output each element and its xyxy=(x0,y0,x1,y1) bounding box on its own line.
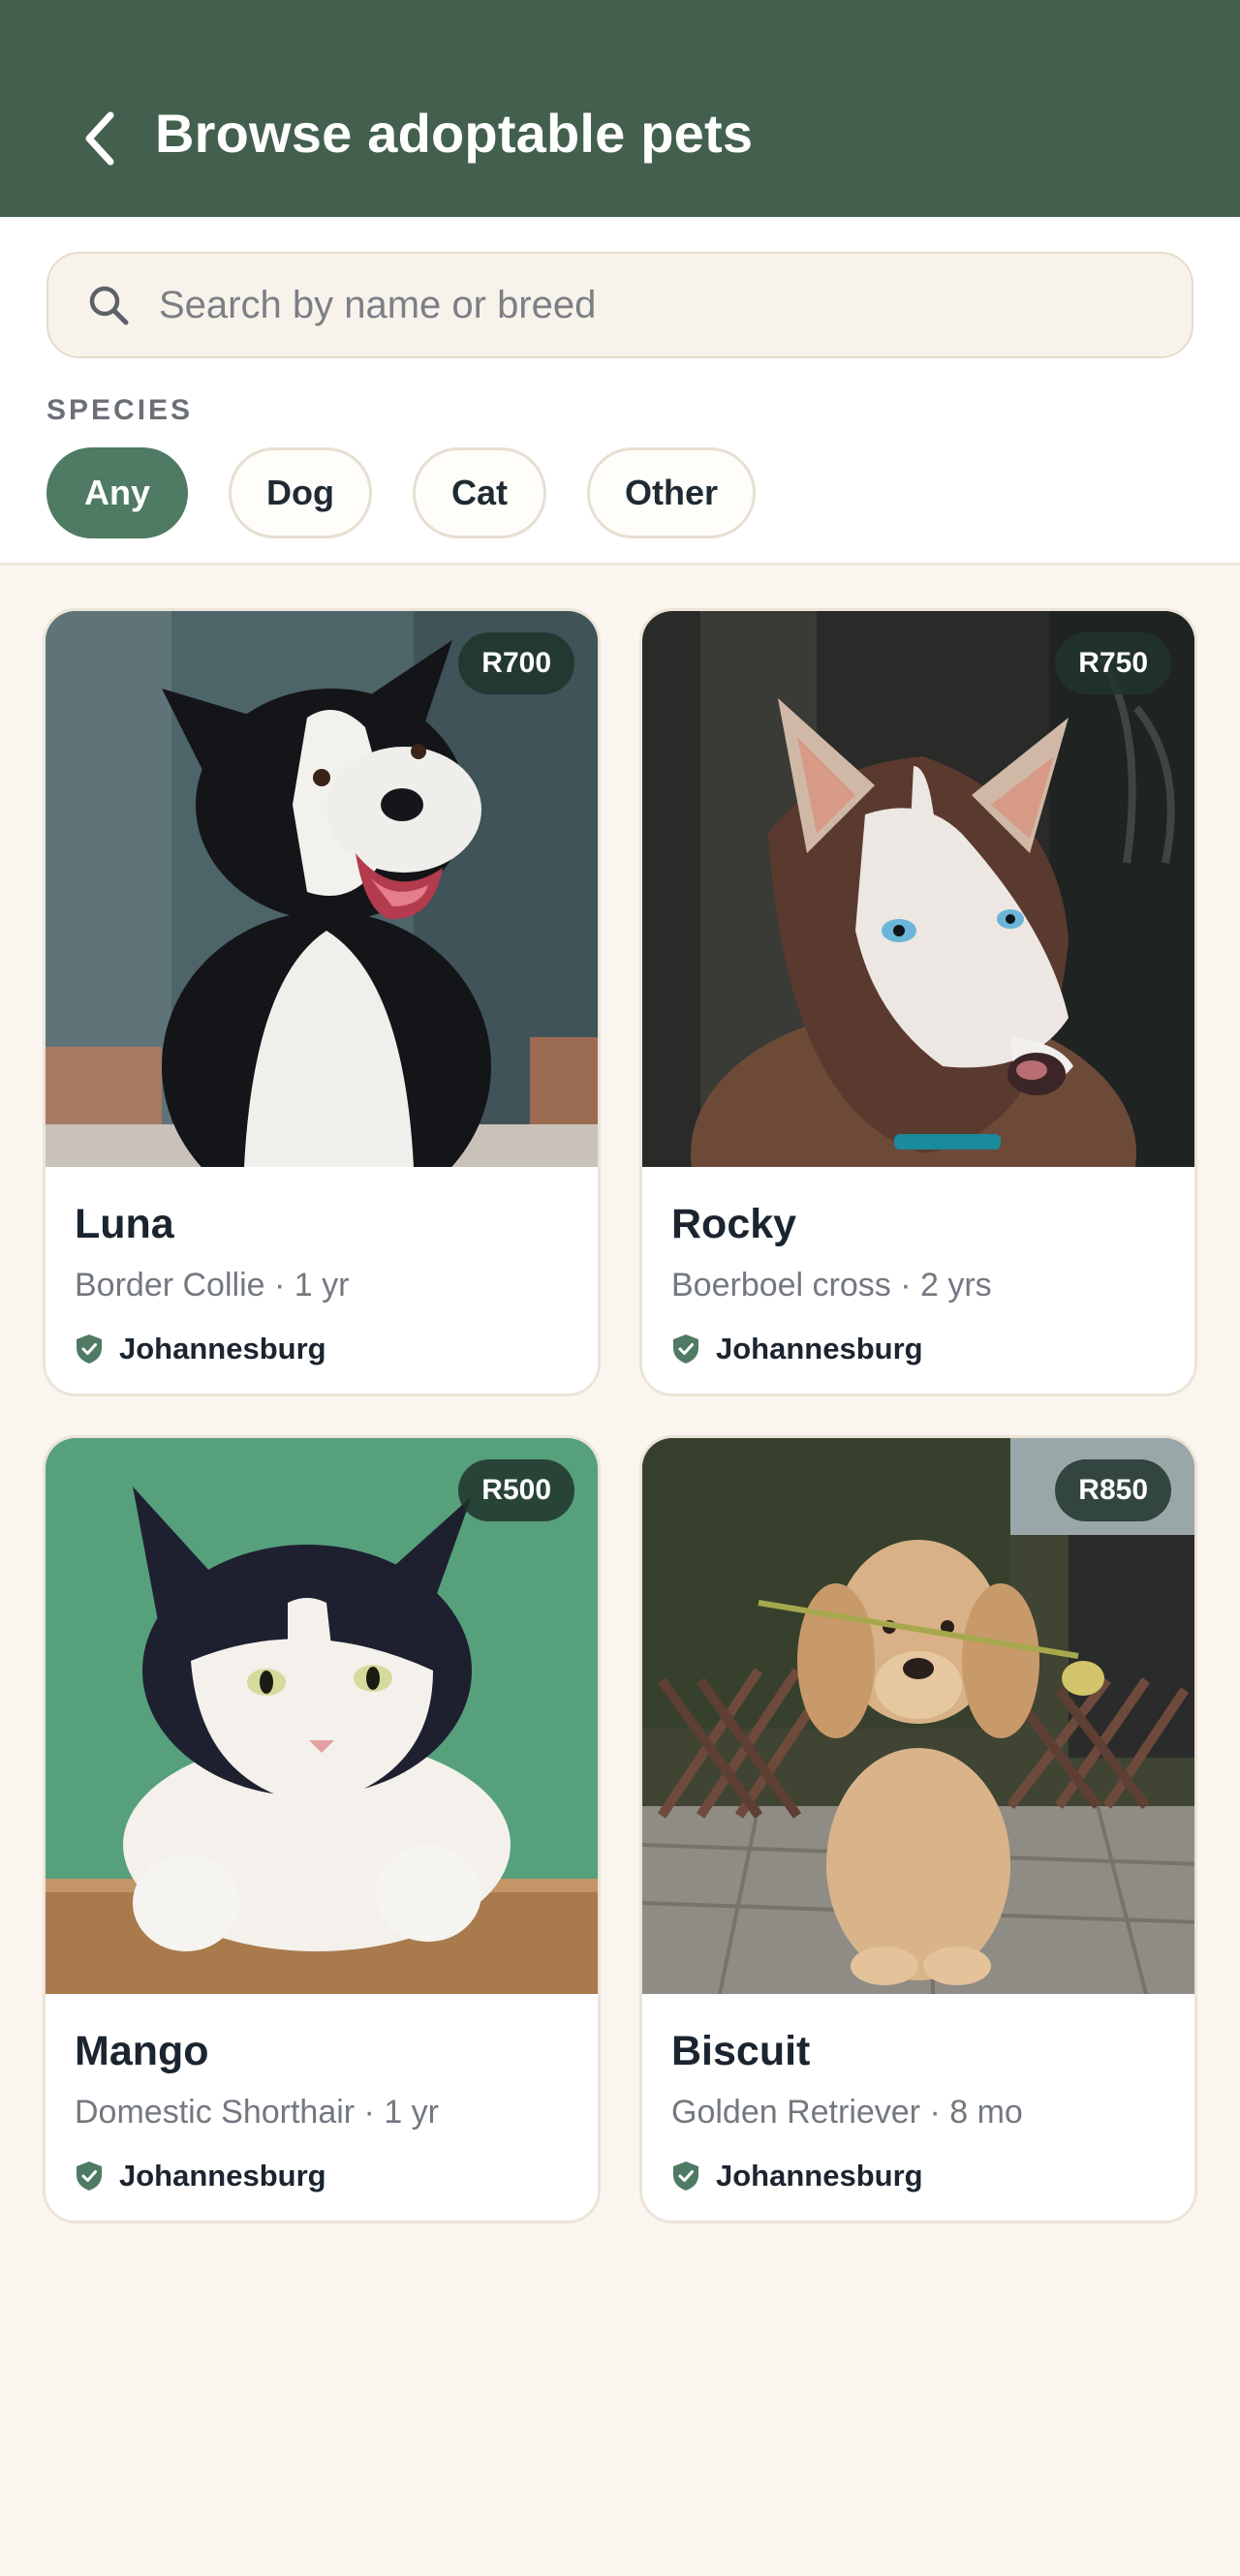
price-badge: R850 xyxy=(1055,1459,1171,1521)
location-label: Johannesburg xyxy=(119,2159,326,2193)
species-label: SPECIES xyxy=(46,394,194,426)
verified-shield-icon xyxy=(673,1334,698,1365)
price-badge: R700 xyxy=(458,632,574,694)
pet-photo-rocky xyxy=(642,611,1194,1167)
location-label: Johannesburg xyxy=(716,2159,923,2193)
verified-shield-icon xyxy=(77,1334,102,1365)
search-input[interactable] xyxy=(159,283,1128,327)
chip-other[interactable]: Other xyxy=(587,447,756,538)
search-icon xyxy=(89,286,129,325)
price-badge: R750 xyxy=(1055,632,1171,694)
pet-location: Johannesburg xyxy=(75,1332,574,1366)
app-bar: Browse adoptable pets xyxy=(0,0,1240,217)
page-title: Browse adoptable pets xyxy=(155,103,754,164)
pet-breed-age: Boerboel cross · 2 yrs xyxy=(671,1267,992,1304)
pet-breed-age: Golden Retriever · 8 mo xyxy=(671,2094,1023,2131)
pet-card-biscuit[interactable]: R850 Biscuit Golden Retriever · 8 mo Joh… xyxy=(639,1435,1197,2223)
pet-location: Johannesburg xyxy=(671,2159,1171,2193)
pet-name: Biscuit xyxy=(671,2028,811,2074)
chip-dog[interactable]: Dog xyxy=(229,447,372,538)
species-chips: Any Dog Cat Other xyxy=(46,447,756,538)
verified-shield-icon xyxy=(673,2162,698,2192)
pet-breed-age: Domestic Shorthair · 1 yr xyxy=(75,2094,439,2131)
price-badge: R500 xyxy=(458,1459,574,1521)
chip-any[interactable]: Any xyxy=(46,447,188,538)
back-button[interactable] xyxy=(68,105,136,172)
pet-breed-age: Border Collie · 1 yr xyxy=(75,1267,350,1304)
search-bar[interactable] xyxy=(46,252,1194,358)
verified-shield-icon xyxy=(77,2162,102,2192)
pet-name: Rocky xyxy=(671,1201,797,1247)
pet-photo-mango xyxy=(46,1438,598,1994)
chip-cat[interactable]: Cat xyxy=(413,447,546,538)
pet-card-luna[interactable]: R700 Luna Border Collie · 1 yr Johannesb… xyxy=(43,608,601,1396)
location-label: Johannesburg xyxy=(119,1332,326,1366)
pet-name: Luna xyxy=(75,1201,174,1247)
pet-photo-luna xyxy=(46,611,598,1167)
pet-location: Johannesburg xyxy=(75,2159,574,2193)
pet-name: Mango xyxy=(75,2028,209,2074)
location-label: Johannesburg xyxy=(716,1332,923,1366)
pet-location: Johannesburg xyxy=(671,1332,1171,1366)
chevron-left-icon xyxy=(85,111,114,166)
pet-card-mango[interactable]: R500 Mango Domestic Shorthair · 1 yr Joh… xyxy=(43,1435,601,2223)
pet-photo-biscuit xyxy=(642,1438,1194,1994)
filter-panel: SPECIES Any Dog Cat Other xyxy=(0,217,1240,566)
pet-card-rocky[interactable]: R750 Rocky Boerboel cross · 2 yrs Johann… xyxy=(639,608,1197,1396)
